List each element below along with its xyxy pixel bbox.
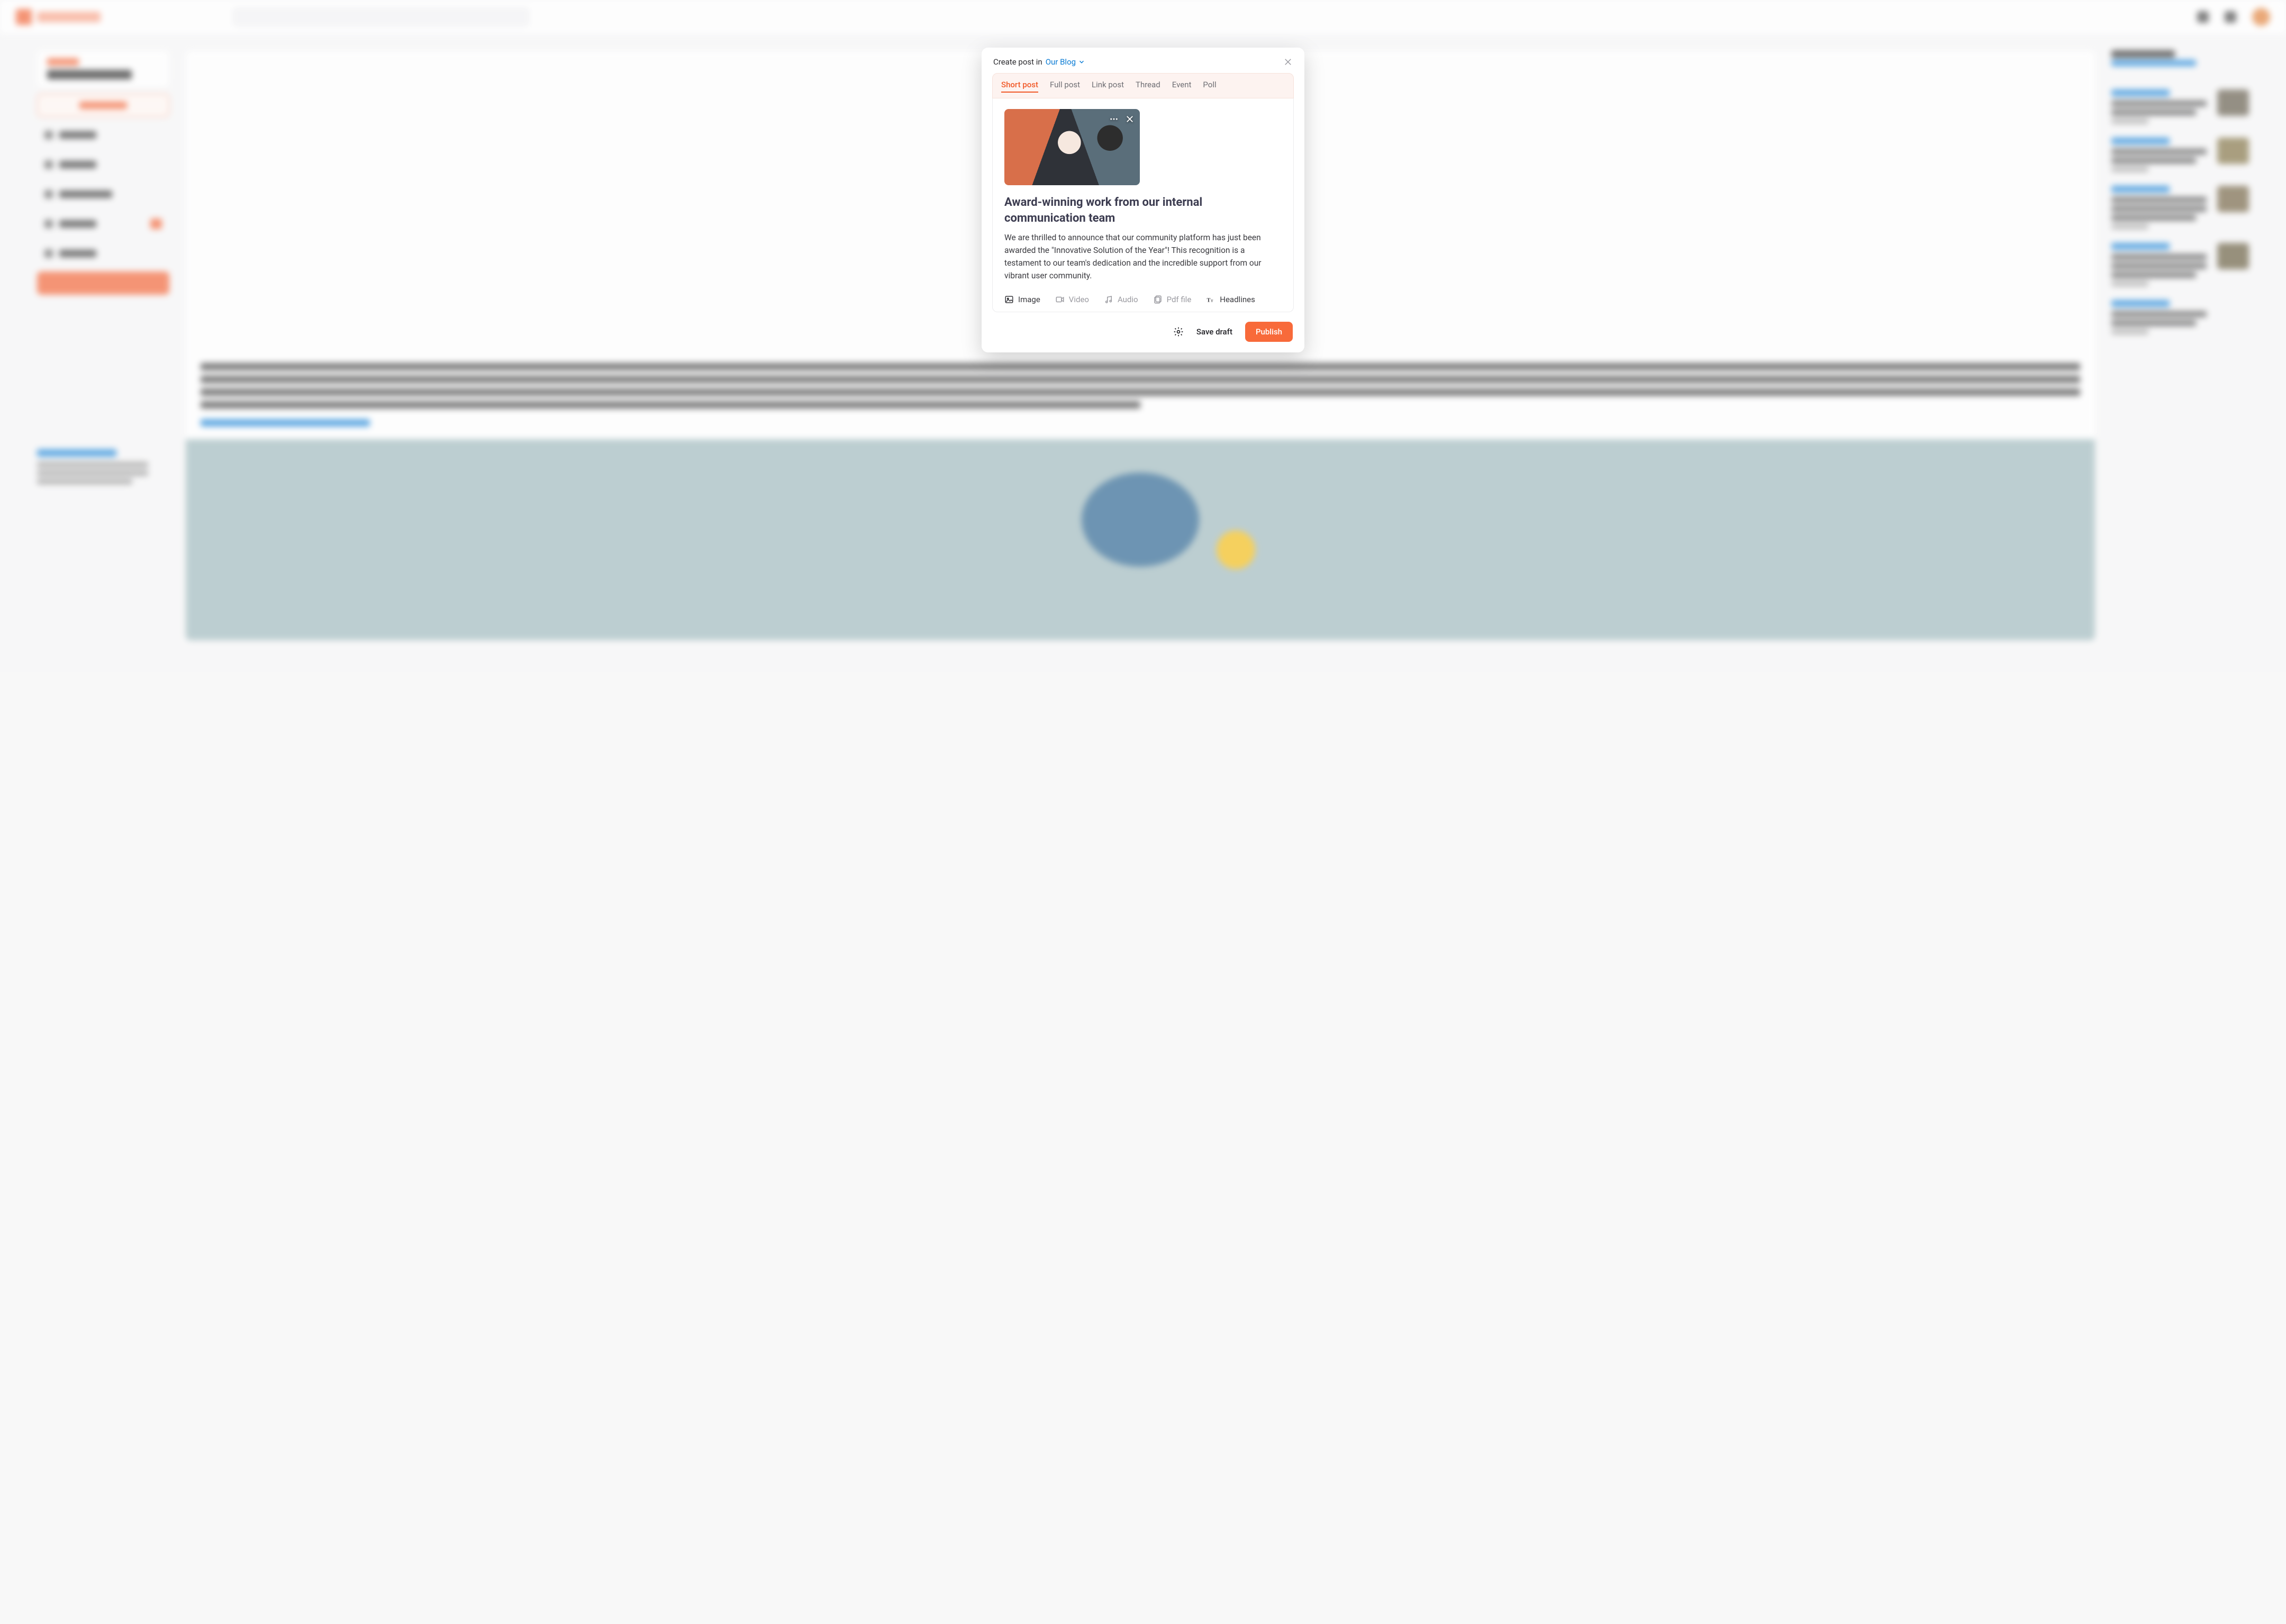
close-icon xyxy=(1125,114,1135,124)
audio-icon xyxy=(1104,295,1113,304)
svg-text:T: T xyxy=(1211,300,1213,303)
attach-pdf-label: Pdf file xyxy=(1167,295,1192,304)
modal-footer: Save draft Publish xyxy=(982,312,1304,352)
tab-poll[interactable]: Poll xyxy=(1203,80,1216,93)
attach-image-button[interactable]: Image xyxy=(1004,295,1040,304)
attach-video-label: Video xyxy=(1069,295,1089,304)
close-icon xyxy=(1283,57,1293,67)
svg-text:T: T xyxy=(1207,298,1211,304)
attach-video-button[interactable]: Video xyxy=(1055,295,1089,304)
post-settings-button[interactable] xyxy=(1173,326,1184,337)
publish-button[interactable]: Publish xyxy=(1245,322,1293,342)
tab-thread[interactable]: Thread xyxy=(1136,80,1160,93)
tab-full-post[interactable]: Full post xyxy=(1050,80,1080,93)
create-post-modal: Create post in Our Blog Short post Full … xyxy=(982,48,1304,352)
close-modal-button[interactable] xyxy=(1283,57,1293,67)
attach-audio-label: Audio xyxy=(1118,295,1138,304)
video-icon xyxy=(1055,295,1065,304)
post-editor: Award-winning work from our internal com… xyxy=(992,98,1294,312)
attach-audio-button[interactable]: Audio xyxy=(1104,295,1138,304)
post-body-input[interactable]: We are thrilled to announce that our com… xyxy=(1004,231,1282,282)
pdf-icon xyxy=(1153,295,1163,304)
attach-image-label: Image xyxy=(1018,295,1040,304)
attach-pdf-button[interactable]: Pdf file xyxy=(1153,295,1192,304)
modal-header: Create post in Our Blog xyxy=(982,48,1304,73)
tab-short-post[interactable]: Short post xyxy=(1001,80,1038,93)
image-more-button[interactable] xyxy=(1109,114,1119,124)
blog-selector[interactable]: Our Blog xyxy=(1046,57,1085,67)
post-title-input[interactable]: Award-winning work from our internal com… xyxy=(1004,195,1282,226)
attachment-toolbar: Image Video Audio Pdf file TT Headlines xyxy=(1004,295,1282,304)
attached-image[interactable] xyxy=(1004,109,1140,185)
blog-name: Our Blog xyxy=(1046,57,1076,67)
image-remove-button[interactable] xyxy=(1125,114,1135,124)
tab-event[interactable]: Event xyxy=(1172,80,1192,93)
headlines-label: Headlines xyxy=(1220,295,1255,304)
modal-overlay: Create post in Our Blog Short post Full … xyxy=(0,0,2286,1624)
post-type-tabs: Short post Full post Link post Thread Ev… xyxy=(992,73,1294,98)
more-icon xyxy=(1109,114,1119,124)
image-icon xyxy=(1004,295,1014,304)
chevron-down-icon xyxy=(1078,58,1085,66)
create-post-label: Create post in xyxy=(993,57,1042,67)
gear-icon xyxy=(1173,326,1184,337)
save-draft-button[interactable]: Save draft xyxy=(1196,327,1232,337)
headlines-button[interactable]: TT Headlines xyxy=(1206,295,1255,304)
tab-link-post[interactable]: Link post xyxy=(1092,80,1124,93)
headlines-icon: TT xyxy=(1206,295,1215,304)
